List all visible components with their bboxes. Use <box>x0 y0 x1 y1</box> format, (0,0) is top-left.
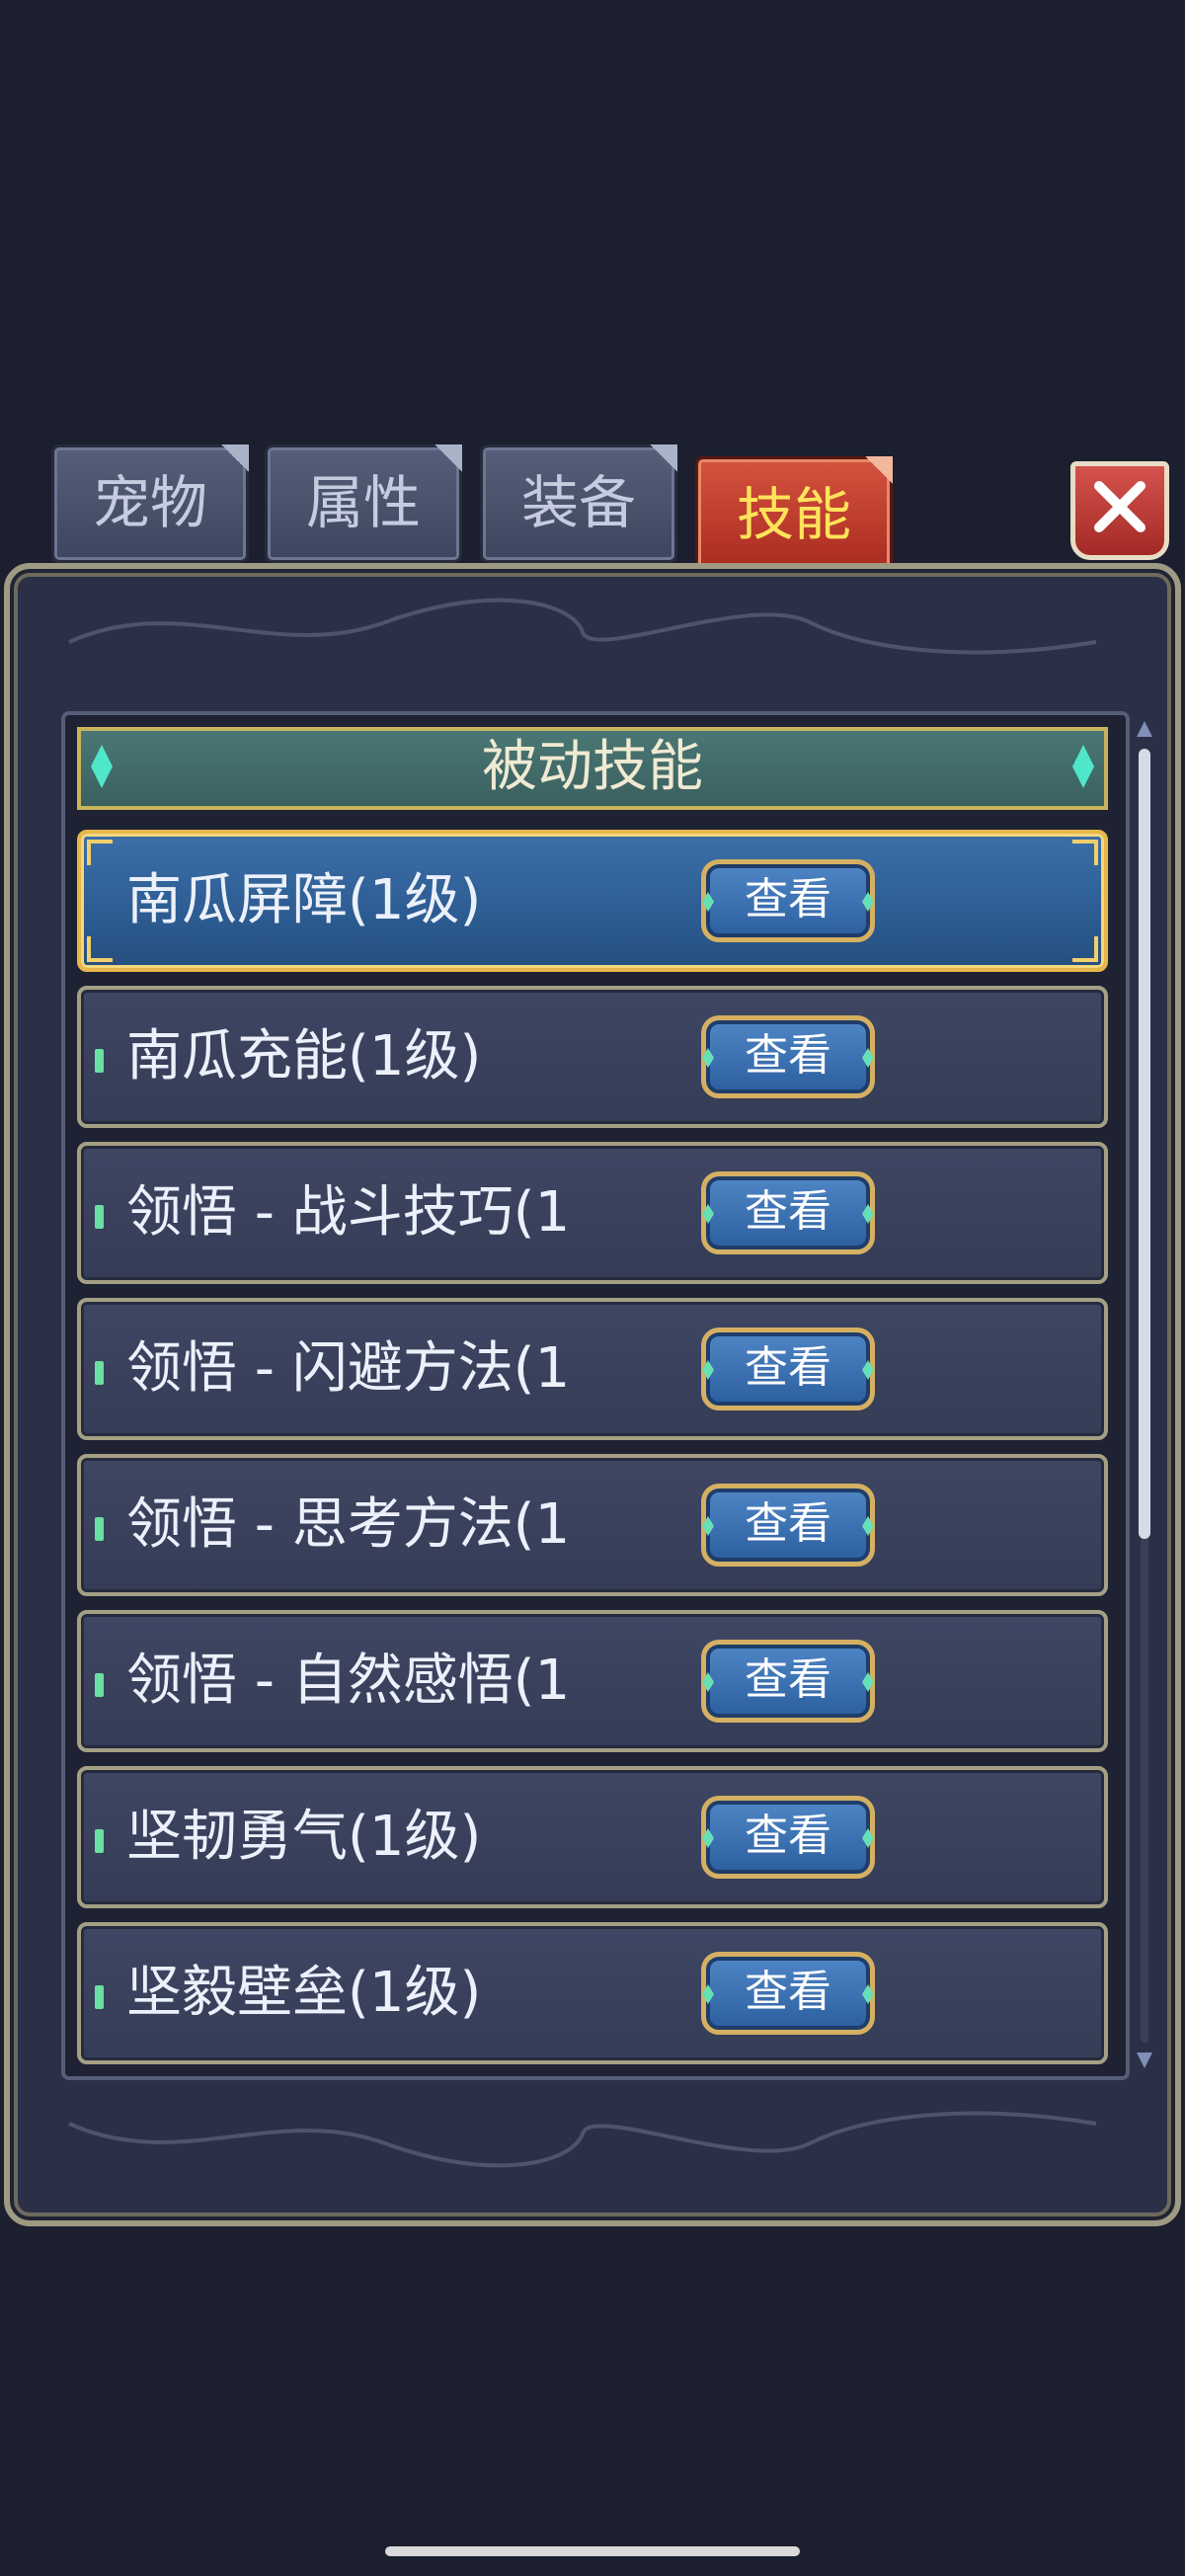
panel-ornament-bottom <box>68 2111 1097 2168</box>
corner-ornament-icon <box>87 936 113 962</box>
gem-icon <box>702 1984 714 2004</box>
section-header: 被动技能 <box>77 727 1108 810</box>
view-button[interactable]: 查看 <box>701 1015 875 1098</box>
gem-icon <box>862 892 874 912</box>
skill-row[interactable]: 坚韧勇气(1级) 查看 <box>77 1766 1108 1908</box>
tab-attributes[interactable]: 属性 <box>265 444 462 563</box>
gem-icon <box>702 1828 714 1848</box>
tab-corner <box>221 444 249 472</box>
tab-pet-label: 宠物 <box>92 469 207 536</box>
close-button[interactable] <box>1070 461 1169 560</box>
bullet-icon <box>95 1205 104 1229</box>
bullet-icon <box>95 1673 104 1697</box>
gem-icon <box>862 1672 874 1692</box>
panel-ornament-top <box>68 598 1097 655</box>
skill-name: 领悟 - 闪避方法(1 <box>126 1336 571 1401</box>
view-button[interactable]: 查看 <box>701 1952 875 2035</box>
tab-equipment-label: 装备 <box>520 469 636 536</box>
gem-icon <box>862 1360 874 1380</box>
tab-equipment[interactable]: 装备 <box>480 444 677 563</box>
view-button[interactable]: 查看 <box>701 1171 875 1254</box>
view-button-label: 查看 <box>745 1654 831 1705</box>
view-button-label: 查看 <box>745 1498 831 1549</box>
view-button[interactable]: 查看 <box>701 1640 875 1723</box>
skill-row[interactable]: 领悟 - 战斗技巧(1 查看 <box>77 1142 1108 1284</box>
view-button[interactable]: 查看 <box>701 859 875 942</box>
view-button-label: 查看 <box>745 1186 831 1237</box>
skill-row[interactable]: 南瓜充能(1级) 查看 <box>77 986 1108 1128</box>
corner-ornament-icon <box>1072 936 1098 962</box>
gem-icon <box>1072 745 1094 788</box>
gem-icon <box>702 1204 714 1224</box>
view-button-label: 查看 <box>745 1030 831 1081</box>
tab-corner <box>650 444 677 472</box>
tab-pet[interactable]: 宠物 <box>51 444 249 563</box>
bullet-icon <box>95 1361 104 1385</box>
gem-icon <box>91 745 113 788</box>
bullet-icon <box>95 1517 104 1541</box>
scroll-thumb[interactable] <box>1139 749 1150 1539</box>
skill-row[interactable]: 南瓜屏障(1级) 查看 <box>77 830 1108 972</box>
tab-corner <box>865 456 893 484</box>
gem-icon <box>702 1516 714 1536</box>
tab-skills[interactable]: 技能 <box>695 456 893 580</box>
scroll-down-arrow-icon[interactable] <box>1137 2053 1152 2068</box>
view-button[interactable]: 查看 <box>701 1796 875 1879</box>
skill-name: 南瓜充能(1级) <box>126 1024 482 1088</box>
gem-icon <box>862 1516 874 1536</box>
gem-icon <box>862 1984 874 2004</box>
skill-name: 坚毅壁垒(1级) <box>126 1961 482 2025</box>
gem-icon <box>862 1048 874 1068</box>
skill-name: 领悟 - 战斗技巧(1 <box>126 1180 571 1245</box>
tab-corner <box>434 444 462 472</box>
corner-ornament-icon <box>1072 840 1098 865</box>
view-button-label: 查看 <box>745 874 831 925</box>
bullet-icon <box>95 1049 104 1073</box>
bullet-icon <box>95 1829 104 1853</box>
gem-icon <box>702 1360 714 1380</box>
scroll-up-arrow-icon[interactable] <box>1137 721 1152 737</box>
skill-row[interactable]: 坚毅壁垒(1级) 查看 <box>77 1922 1108 2064</box>
view-button-label: 查看 <box>745 1811 831 1861</box>
gem-icon <box>702 1048 714 1068</box>
skill-name: 坚韧勇气(1级) <box>126 1805 482 1869</box>
close-x-icon <box>1094 481 1146 532</box>
skill-row[interactable]: 领悟 - 闪避方法(1 查看 <box>77 1298 1108 1440</box>
view-button-label: 查看 <box>745 1967 831 2017</box>
skill-name: 领悟 - 自然感悟(1 <box>126 1649 571 1713</box>
skill-name: 领悟 - 思考方法(1 <box>126 1492 571 1557</box>
corner-ornament-icon <box>87 840 113 865</box>
gem-icon <box>862 1828 874 1848</box>
gem-icon <box>702 892 714 912</box>
scrollbar[interactable] <box>1136 721 1153 2068</box>
skill-row[interactable]: 领悟 - 思考方法(1 查看 <box>77 1454 1108 1596</box>
skill-name: 南瓜屏障(1级) <box>126 868 482 932</box>
gem-icon <box>702 1672 714 1692</box>
section-title: 被动技能 <box>482 735 703 799</box>
view-button[interactable]: 查看 <box>701 1484 875 1567</box>
view-button-label: 查看 <box>745 1342 831 1393</box>
skill-row[interactable]: 领悟 - 自然感悟(1 查看 <box>77 1610 1108 1752</box>
home-indicator[interactable] <box>385 2546 800 2556</box>
tab-attributes-label: 属性 <box>305 469 421 536</box>
tab-skills-label: 技能 <box>736 481 851 548</box>
bullet-icon <box>95 1985 104 2009</box>
gem-icon <box>862 1204 874 1224</box>
view-button[interactable]: 查看 <box>701 1328 875 1410</box>
